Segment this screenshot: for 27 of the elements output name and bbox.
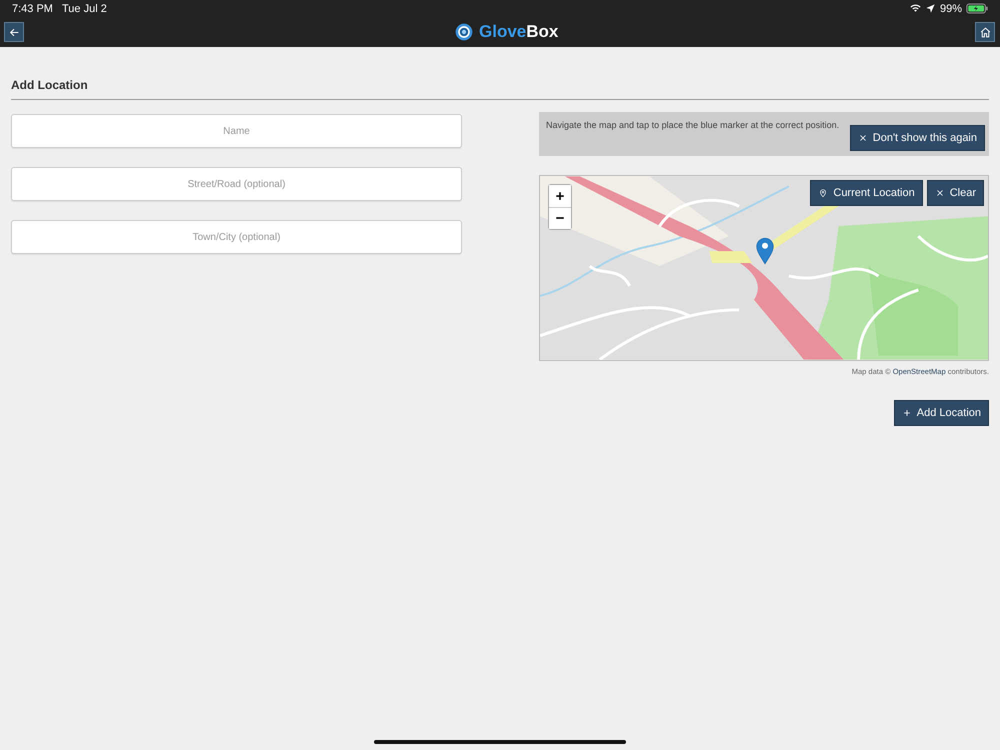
zoom-out-button[interactable]: − — [549, 207, 571, 229]
input-field[interactable]: Street/Road (optional) — [11, 167, 462, 201]
current-location-button[interactable]: Current Location — [810, 180, 923, 206]
dismiss-button[interactable]: Don't show this again — [850, 125, 985, 151]
home-icon — [978, 26, 992, 38]
input-field[interactable]: Name — [11, 114, 462, 148]
wifi-icon — [910, 3, 921, 14]
clear-button[interactable]: Clear — [926, 180, 984, 206]
close-icon — [858, 133, 868, 143]
map-pin-icon — [818, 188, 828, 198]
map-marker-icon[interactable] — [756, 237, 774, 265]
app-logo-text: GloveBox — [479, 21, 558, 43]
home-button[interactable] — [975, 22, 995, 42]
logo-icon — [454, 22, 474, 42]
location-arrow-icon — [924, 3, 936, 14]
plus-icon — [902, 408, 912, 418]
input-field[interactable]: Town/City (optional) — [11, 220, 462, 254]
add-location-button[interactable]: Add Location — [894, 400, 989, 426]
battery-icon — [966, 3, 988, 14]
close-icon — [934, 188, 945, 198]
status-time: 7:43 PM — [12, 2, 53, 14]
page-title: Add Location — [11, 78, 89, 92]
battery-percent: 99% — [940, 2, 962, 14]
status-date: Tue Jul 2 — [62, 2, 107, 14]
hint-text: Navigate the map and tap to place the blue marker at the correct position. — [546, 119, 840, 132]
map-view[interactable]: + − Current Location Clear — [539, 175, 989, 361]
back-button[interactable] — [4, 22, 24, 42]
